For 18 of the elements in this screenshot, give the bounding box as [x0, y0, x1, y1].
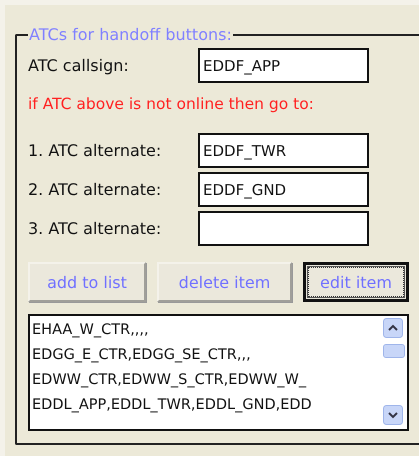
scroll-up-icon[interactable] — [383, 318, 403, 338]
alternate-field[interactable]: EDDF_TWR — [198, 133, 369, 168]
list-item[interactable]: EHAA_W_CTR,,,, — [32, 318, 381, 343]
warning-text: if ATC above is not online then go to: — [28, 95, 315, 113]
list-item[interactable]: EDDL_APP,EDDL_TWR,EDDL_GND,EDD — [32, 393, 381, 418]
scroll-thumb[interactable] — [383, 344, 405, 358]
scroll-down-icon[interactable] — [383, 405, 403, 425]
field-label: ATC callsign: — [28, 56, 130, 75]
alternate-field[interactable]: EDDF_GND — [198, 172, 369, 207]
atc-list[interactable]: EHAA_W_CTR,,,, EDGG_E_CTR,EDGG_SE_CTR,,, EDWW_CTR,EDWW_S_CTR,EDWW_W_ EDDL_APP,EDDL_TWR,EDDL_GND,EDD — [28, 314, 409, 431]
callsign-field[interactable]: EDDF_APP — [198, 48, 369, 83]
list-item[interactable]: EDWW_CTR,EDWW_S_CTR,EDWW_W_ — [32, 368, 381, 393]
group-title: ATCs for handoff buttons: — [28, 25, 233, 44]
alternate-field[interactable] — [198, 211, 369, 246]
field-label: 2. ATC alternate: — [28, 180, 162, 199]
list-item[interactable]: EDGG_E_CTR,EDGG_SE_CTR,,, — [32, 343, 381, 368]
field-label: 1. ATC alternate: — [28, 141, 162, 160]
field-label: 3. ATC alternate: — [28, 219, 162, 238]
